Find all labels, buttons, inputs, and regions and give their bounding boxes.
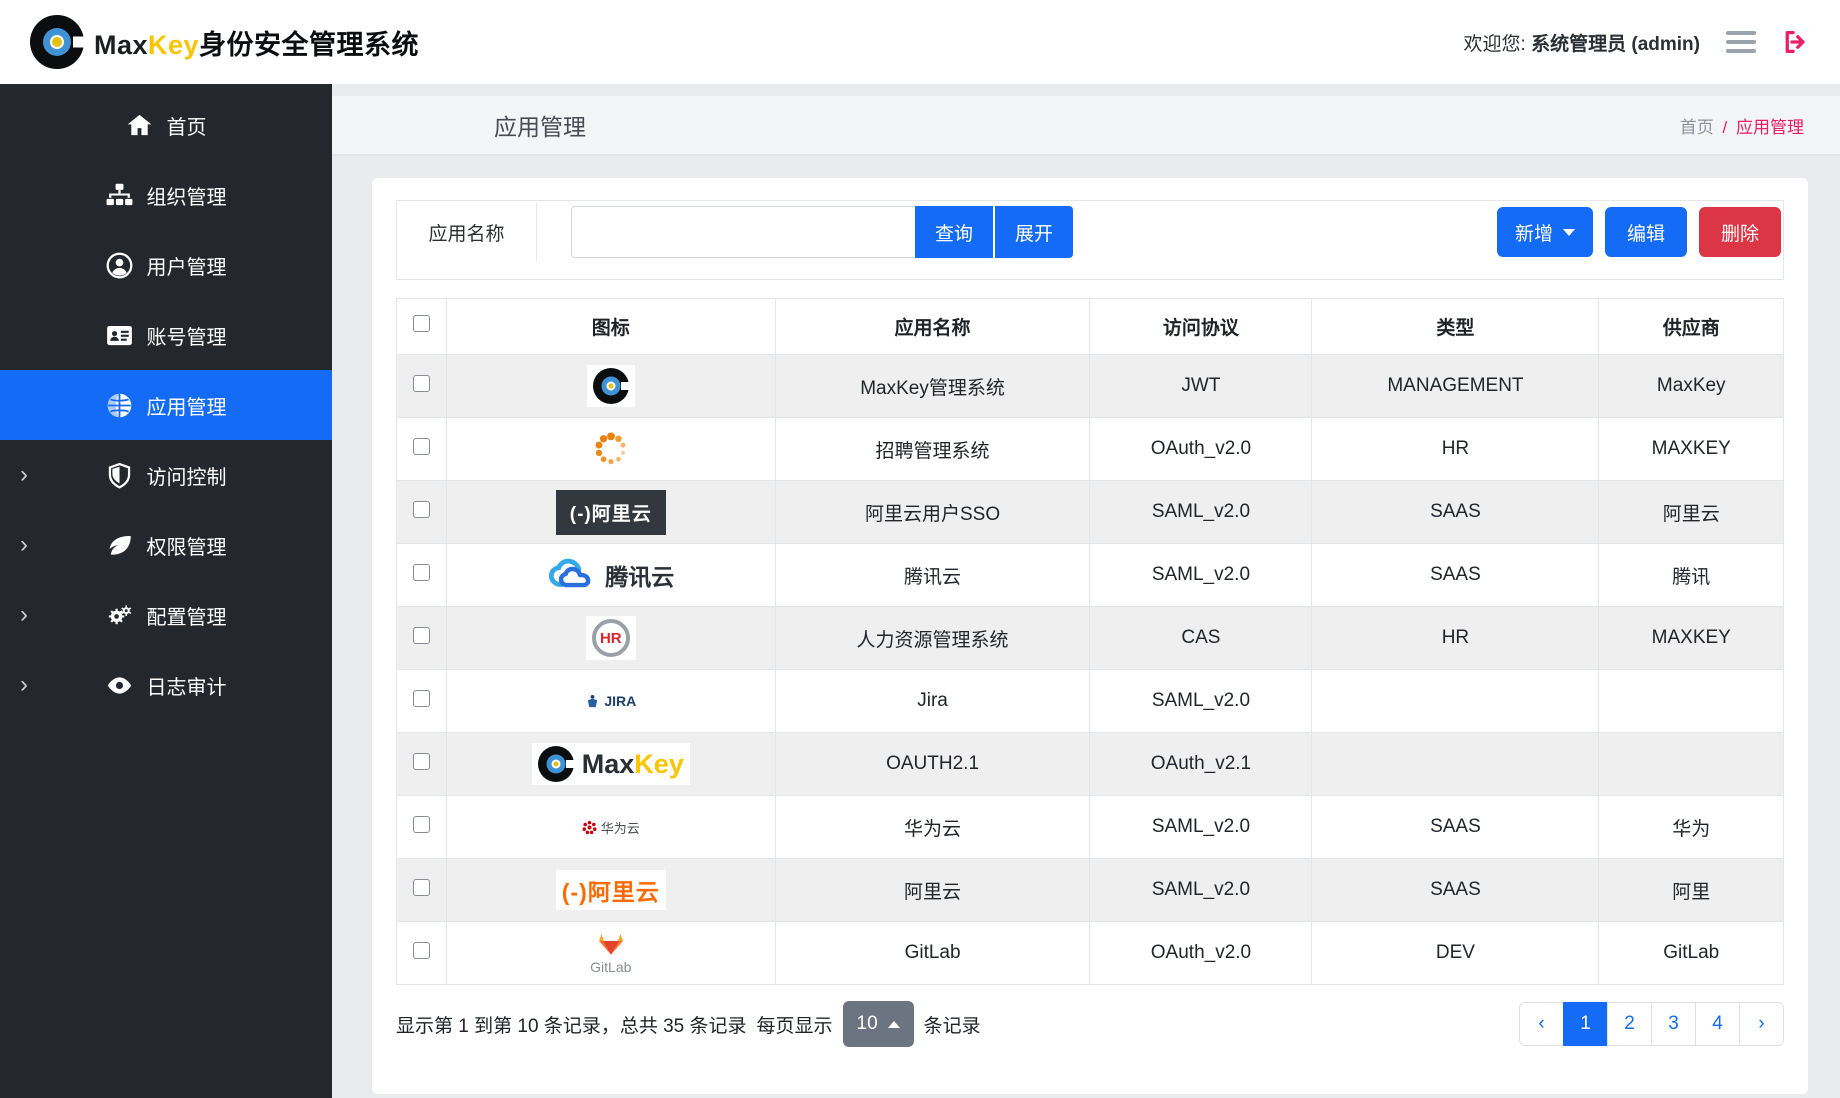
row-checkbox[interactable] [413, 879, 430, 896]
menu-toggle-icon[interactable] [1726, 31, 1756, 53]
apps-table: 图标 应用名称 访问协议 类型 供应商 MaxKey管理系统JWTMANAGEM… [396, 298, 1784, 985]
table-row[interactable]: MaxKey管理系统JWTMANAGEMENTMaxKey [397, 355, 1784, 418]
page-button-4[interactable]: 4 [1695, 1002, 1740, 1046]
col-header-protocol: 访问协议 [1090, 299, 1312, 355]
table-row[interactable]: GitLab GitLabOAuth_v2.0DEVGitLab [397, 922, 1784, 985]
breadcrumb-home[interactable]: 首页 [1680, 118, 1714, 137]
sitemap-icon [106, 182, 133, 209]
table-row[interactable]: JIRA JiraSAML_v2.0 [397, 670, 1784, 733]
records-info: 显示第 1 到第 10 条记录，总共 35 条记录 [396, 1011, 747, 1038]
row-checkbox[interactable] [413, 564, 430, 581]
home-icon [126, 112, 153, 139]
tencent-cloud-icon: 腾讯云 [447, 558, 775, 592]
delete-button[interactable]: 删除 [1699, 207, 1781, 257]
chevron-right-icon: › [20, 603, 28, 627]
page-button-2[interactable]: 2 [1607, 1002, 1652, 1046]
main-content: 应用管理 首页 / 应用管理 应用名称 查询 展开 新增 编辑 删除 [332, 84, 1840, 1098]
page-header: 应用管理 首页 / 应用管理 [332, 96, 1840, 154]
sidebar-item-config[interactable]: › 配置管理 [0, 580, 332, 650]
jira-logo-icon: JIRA [447, 693, 775, 709]
brand: MaxKey身份安全管理系统 [30, 15, 419, 69]
breadcrumb-current: 应用管理 [1736, 118, 1804, 137]
page-title: 应用管理 [494, 108, 586, 142]
row-checkbox[interactable] [413, 816, 430, 833]
sidebar-item-users[interactable]: 用户管理 [0, 230, 332, 300]
row-checkbox[interactable] [413, 627, 430, 644]
sidebar-item-access[interactable]: › 访问控制 [0, 440, 332, 510]
logout-icon[interactable] [1782, 28, 1810, 56]
welcome-text: 欢迎您: 系统管理员 (admin) [1464, 29, 1700, 56]
shield-icon [106, 462, 133, 489]
edit-button[interactable]: 编辑 [1605, 207, 1687, 257]
sidebar-item-permissions[interactable]: › 权限管理 [0, 510, 332, 580]
table-row[interactable]: (-)阿里云 阿里云SAML_v2.0SAAS阿里 [397, 859, 1784, 922]
select-all-header [397, 299, 447, 355]
leaf-icon [106, 532, 133, 559]
id-card-icon [106, 322, 133, 349]
row-checkbox[interactable] [413, 375, 430, 392]
chevron-right-icon: › [20, 533, 28, 557]
aliyun-dark-badge-icon: (-)阿里云 [556, 490, 666, 535]
row-checkbox[interactable] [413, 753, 430, 770]
page-size-select[interactable]: 10 [843, 1001, 914, 1047]
sidebar-item-audit[interactable]: › 日志审计 [0, 650, 332, 720]
hr-logo-icon: HR [586, 616, 636, 660]
table-row[interactable]: 招聘管理系统OAuth_v2.0HRMAXKEY [397, 418, 1784, 481]
select-all-checkbox[interactable] [413, 315, 430, 332]
table-row[interactable]: (-)阿里云 阿里云用户SSOSAML_v2.0SAAS阿里云 [397, 481, 1784, 544]
col-header-vendor: 供应商 [1599, 299, 1784, 355]
row-checkbox[interactable] [413, 942, 430, 959]
maxkey-app-icon [587, 365, 635, 407]
sidebar-item-home[interactable]: 首页 [0, 90, 332, 160]
prev-page-button[interactable]: ‹ [1519, 1002, 1564, 1046]
table-row[interactable]: HR 人力资源管理系统CASHRMAXKEY [397, 607, 1784, 670]
row-checkbox[interactable] [413, 690, 430, 707]
chevron-right-icon: › [20, 463, 28, 487]
app-name-search-input[interactable] [571, 206, 915, 258]
maxkey-logo-icon [30, 15, 84, 69]
aliyun-orange-icon: (-)阿里云 [556, 870, 666, 910]
table-row[interactable]: 华为云 华为云SAML_v2.0SAAS华为 [397, 796, 1784, 859]
col-header-icon: 图标 [446, 299, 775, 355]
table-row[interactable]: 腾讯云 腾讯云SAML_v2.0SAAS腾讯 [397, 544, 1784, 607]
spinner-dots-icon [447, 429, 775, 469]
current-user: 系统管理员 (admin) [1531, 34, 1700, 55]
row-checkbox[interactable] [413, 501, 430, 518]
sidebar-item-org[interactable]: 组织管理 [0, 160, 332, 230]
add-button[interactable]: 新增 [1497, 207, 1593, 257]
sidebar-item-apps[interactable]: 应用管理 [0, 370, 332, 440]
cogs-icon [106, 602, 133, 629]
caret-down-icon [1563, 229, 1575, 236]
per-page-prefix: 每页显示 [757, 1011, 833, 1038]
table-footer: 显示第 1 到第 10 条记录，总共 35 条记录 每页显示 10 条记录 ‹ … [396, 1001, 1784, 1047]
col-header-type: 类型 [1312, 299, 1599, 355]
col-header-name: 应用名称 [775, 299, 1090, 355]
content-card: 应用名称 查询 展开 新增 编辑 删除 图标 [372, 178, 1808, 1094]
brand-title: MaxKey身份安全管理系统 [94, 23, 419, 62]
eye-icon [106, 672, 133, 699]
breadcrumb: 首页 / 应用管理 [1680, 113, 1804, 138]
search-field-label: 应用名称 [397, 203, 537, 261]
sidebar: 首页 组织管理 用户管理 账号管理 应用管理 › 访问控制 › [0, 84, 332, 1098]
next-page-button[interactable]: › [1739, 1002, 1784, 1046]
caret-up-icon [888, 1021, 900, 1028]
pagination: ‹ 1 2 3 4 › [1519, 1002, 1784, 1046]
chevron-right-icon: › [20, 673, 28, 697]
sidebar-item-accounts[interactable]: 账号管理 [0, 300, 332, 370]
table-row[interactable]: MaxKey OAUTH2.1OAuth_v2.1 [397, 733, 1784, 796]
per-page-suffix: 条记录 [924, 1011, 981, 1038]
huawei-cloud-icon: 华为云 [447, 818, 775, 837]
expand-button[interactable]: 展开 [995, 206, 1073, 258]
search-toolbar: 应用名称 查询 展开 新增 编辑 删除 [396, 200, 1784, 280]
row-checkbox[interactable] [413, 438, 430, 455]
page-button-1[interactable]: 1 [1563, 1002, 1608, 1046]
query-button[interactable]: 查询 [915, 206, 993, 258]
top-header: MaxKey身份安全管理系统 欢迎您: 系统管理员 (admin) [0, 0, 1840, 84]
page-button-3[interactable]: 3 [1651, 1002, 1696, 1046]
gitlab-logo-icon: GitLab [447, 931, 775, 975]
globe-icon [106, 392, 133, 419]
maxkey-wordmark-icon: MaxKey [532, 743, 690, 785]
user-circle-icon [106, 252, 133, 279]
